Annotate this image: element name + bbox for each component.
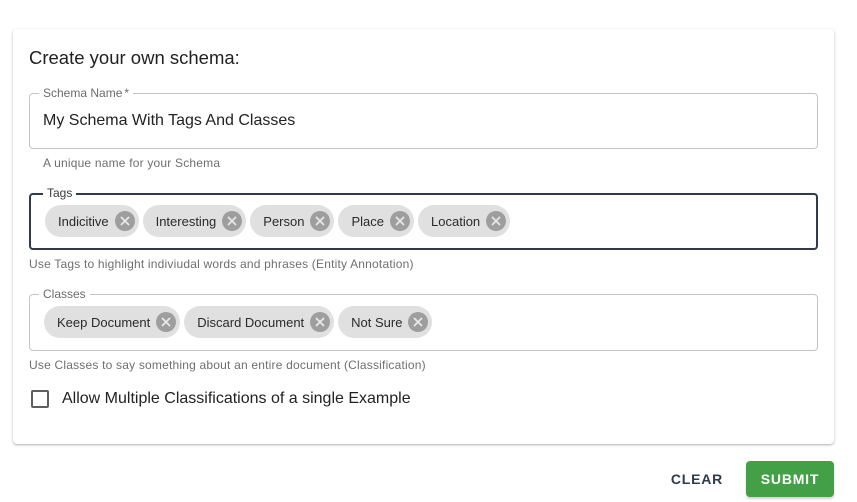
multi-class-label: Allow Multiple Classifications of a sing… <box>62 390 411 407</box>
chip[interactable]: Discard Document <box>184 306 335 338</box>
chip-delete-icon[interactable] <box>222 211 243 231</box>
classes-label: Classes <box>39 287 90 301</box>
chip-delete-icon[interactable] <box>310 312 331 332</box>
classes-field[interactable]: Classes Keep Document Discard Document Not… <box>29 287 818 351</box>
class-chip-list: Keep Document Discard Document Not Sure <box>44 306 433 338</box>
card-title: Create your own schema: <box>29 47 240 68</box>
chip-delete-icon[interactable] <box>156 312 177 332</box>
clear-button[interactable]: CLEAR <box>660 461 734 497</box>
chip[interactable]: Place <box>338 205 415 237</box>
checkbox-unchecked-icon[interactable] <box>31 390 49 408</box>
tags-label: Tags <box>43 186 77 200</box>
tag-chip-list: Indicitive Interesting Person Place Location <box>45 205 511 237</box>
submit-button[interactable]: SUBMIT <box>746 461 834 497</box>
chip-label: Person <box>263 213 305 229</box>
chip[interactable]: Location <box>418 205 511 237</box>
chip-delete-icon[interactable] <box>114 211 135 231</box>
chip[interactable]: Indicitive <box>45 205 139 237</box>
chip[interactable]: Not Sure <box>338 306 433 338</box>
tags-field[interactable]: Tags Indicitive Interesting Person Place Loc… <box>29 186 818 250</box>
chip-label: Location <box>431 213 481 229</box>
chip[interactable]: Person <box>250 205 335 237</box>
chip-label: Not Sure <box>351 314 403 330</box>
chip[interactable]: Interesting <box>142 205 247 237</box>
schema-name-field[interactable]: Schema Name * My Schema With Tags And Cla… <box>29 86 818 149</box>
chip-label: Discard Document <box>197 314 305 330</box>
chip-delete-icon[interactable] <box>408 312 429 332</box>
required-mark: * <box>124 86 130 100</box>
tags-helper: Use Tags to highlight indiviudal words a… <box>29 257 414 271</box>
chip-delete-icon[interactable] <box>486 211 507 231</box>
chip-delete-icon[interactable] <box>310 211 331 231</box>
multi-class-option[interactable]: Allow Multiple Classifications of a sing… <box>31 390 411 408</box>
classes-helper: Use Classes to say something about an en… <box>29 358 426 372</box>
chip-label: Place <box>351 213 385 229</box>
schema-name-input[interactable]: My Schema With Tags And Classes <box>43 112 295 130</box>
schema-name-label: Schema Name * <box>39 86 134 100</box>
chip[interactable]: Keep Document <box>44 306 181 338</box>
schema-card: Create your own schema: Schema Name * My … <box>13 29 834 444</box>
chip-delete-icon[interactable] <box>390 211 411 231</box>
chip-label: Interesting <box>155 213 217 229</box>
schema-name-helper: A unique name for your Schema <box>43 156 221 170</box>
chip-label: Keep Document <box>57 314 151 330</box>
chip-label: Indicitive <box>58 213 109 229</box>
